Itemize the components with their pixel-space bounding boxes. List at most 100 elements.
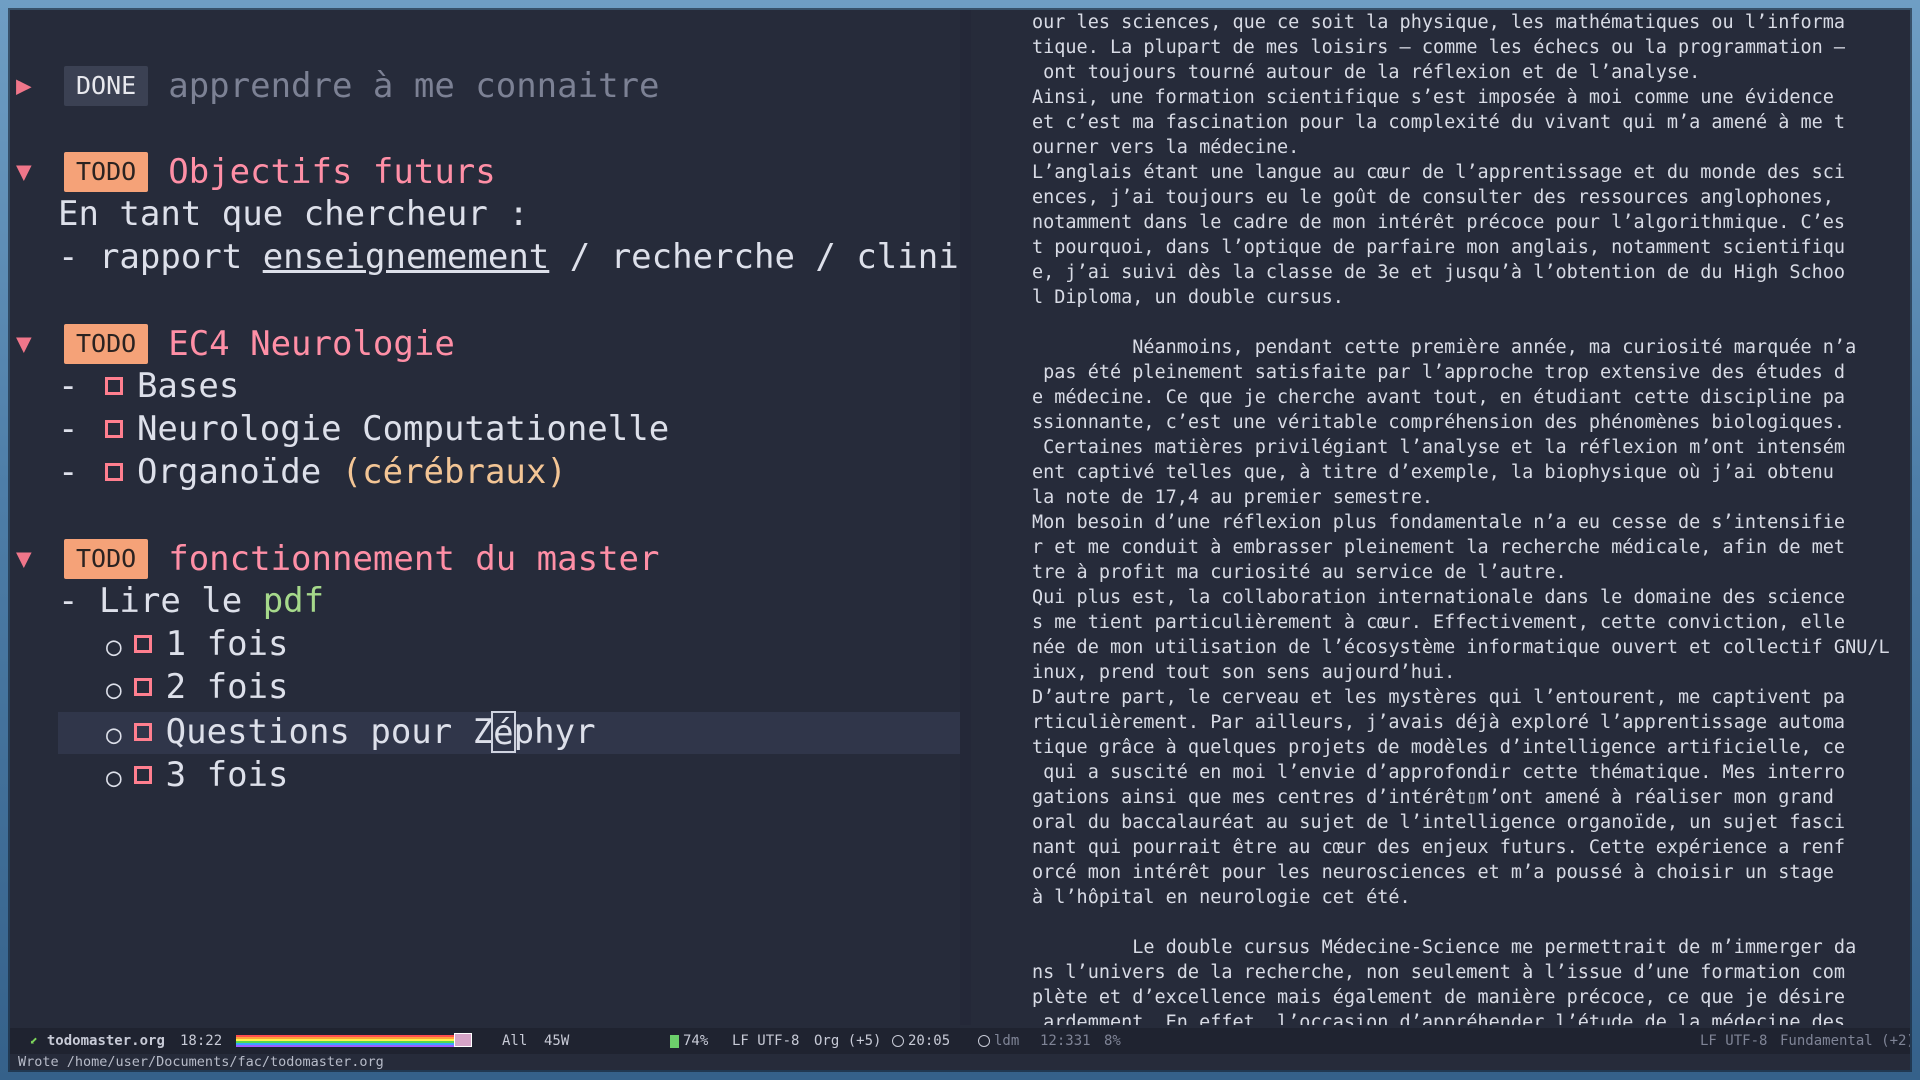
text-line: ont toujours tourné autour de la réflexi… [1032,62,1701,83]
pdf-link[interactable]: pdf [263,581,324,621]
checkbox-icon[interactable] [133,634,152,653]
checkbox-icon[interactable] [104,376,123,395]
checklist-subitem-current[interactable]: ○ Questions pour Zéphyr [106,710,596,753]
text-line: r et me conduit à embrasser pleinement l… [1032,537,1846,558]
text-line: nant qui pourrait être au cœur des enjeu… [1032,837,1846,858]
org-heading-master[interactable]: ▼ TODO fonctionnement du master [16,537,660,581]
battery-status: 74% [670,1028,708,1054]
buffer-icon [978,1035,990,1047]
line-suffix: / recherche / clinique [569,237,960,277]
checkbox-icon[interactable] [104,419,123,438]
major-mode[interactable]: Org (+5) [814,1028,881,1054]
leaf-icon: ⬋ [30,1033,39,1049]
bullet-icon: ○ [106,675,122,705]
bullet-icon: ○ [106,720,122,750]
battery-icon [670,1034,679,1048]
text-line: gations ainsi que mes centres d’intérêt▯… [1032,787,1834,808]
text-line: Certaines matières privilégiant l’analys… [1032,437,1846,458]
cursor-position: 18:22 [180,1033,223,1049]
window-divider[interactable] [960,10,971,1025]
heading-title: EC4 Neurologie [168,324,455,364]
heading-title: fonctionnement du master [168,539,660,579]
expanded-arrow-icon[interactable]: ▼ [16,331,46,357]
checklist-item[interactable]: - Bases [58,366,239,406]
text-line: ardemment. En effet, l’occasion d’appréh… [1032,1012,1846,1025]
encoding[interactable]: LF UTF-8 [732,1028,799,1054]
checklist-item[interactable]: - Neurologie Computationelle [58,409,669,449]
text-line: la note de 17,4 au premier semestre. [1032,487,1433,508]
expanded-arrow-icon[interactable]: ▼ [16,159,46,185]
checklist-subitem[interactable]: ○ 1 fois [106,624,288,664]
text-line: our les sciences, que ce soit la physiqu… [1032,12,1846,33]
word-count: 45W [544,1033,570,1049]
text-buffer-pane[interactable]: our les sciences, que ce soit la physiqu… [1032,10,1892,1025]
text-line: ns l’univers de la recherche, non seulem… [1032,962,1846,983]
scroll-position: All [502,1033,528,1049]
text-line: e, j’ai suivi dès la classe de 3e et jus… [1032,262,1846,283]
right-scroll-position: 8% [1104,1033,1121,1049]
todo-keyword: TODO [64,152,149,192]
text-line: ences, j’ai toujours eu le goût de consu… [1032,187,1834,208]
body-line: En tant que chercheur : [58,194,529,234]
org-heading-ec4[interactable]: ▼ TODO EC4 Neurologie [16,322,455,366]
text-line: qui a suscité en moi l’envie d’approfond… [1032,762,1846,783]
text-line: Mon besoin d’une réflexion plus fondamen… [1032,512,1846,533]
mode-line: ⬋ todomaster.org 18:22 All 45W 74% LF UT… [10,1028,1910,1054]
body-line: - rapport enseignemement / recherche / c… [58,237,960,277]
clock: 20:05 [892,1028,950,1054]
org-heading-objectifs[interactable]: ▼ TODO Objectifs futurs [16,150,496,194]
text-line: s me tient particulièrement à cœur. Effe… [1032,612,1846,633]
heading-title: apprendre à me connaitre [168,66,660,106]
bullet-icon: ○ [106,763,122,793]
checklist-item[interactable]: - Organoïde (cérébraux) [58,452,567,492]
underlined-word: enseignemement [262,237,550,277]
text-line: l Diploma, un double cursus. [1032,287,1344,308]
text-line: ent captivé telles que, à titre d’exempl… [1032,462,1834,483]
expanded-arrow-icon[interactable]: ▼ [16,546,46,572]
text-line: pas été pleinement satisfaite par l’appr… [1032,362,1846,383]
text-line: rticulièrement. Par ailleurs, j’avais dé… [1032,712,1846,733]
org-buffer-pane[interactable]: ▶ DONE apprendre à me connaitre ▼ TODO O… [10,10,960,1025]
todo-keyword: TODO [64,324,149,364]
folded-arrow-icon[interactable]: ▶ [16,73,46,99]
checklist-subitem[interactable]: ○ 3 fois [106,755,288,795]
checkbox-icon[interactable] [133,765,152,784]
text-line: ourner vers la médecine. [1032,137,1300,158]
scroll-indicator[interactable] [236,1035,456,1047]
text-line: e médecine. Ce que je cherche avant tout… [1032,387,1846,408]
text-line: Néanmoins, pendant cette première année,… [1032,337,1857,358]
checkbox-icon[interactable] [133,722,152,741]
clock-icon [892,1035,904,1047]
right-buffer-name[interactable]: ldm [978,1028,1019,1054]
nyan-cat-icon [454,1033,472,1047]
done-keyword: DONE [64,66,149,106]
text-line: plète et d’excellence mais également de … [1032,987,1846,1008]
org-heading-done[interactable]: ▶ DONE apprendre à me connaitre [16,64,660,108]
checkbox-icon[interactable] [104,462,123,481]
text-line: ssionnante, c’est une véritable compréhe… [1032,412,1846,433]
text-line: orcé mon intérêt pour les neurosciences … [1032,862,1834,883]
text-line: inux, prend tout son sens aujourd’hui. [1032,662,1456,683]
heading-title: Objectifs futurs [168,152,496,192]
text-line: D’autre part, le cerveau et les mystères… [1032,687,1846,708]
right-encoding[interactable]: LF UTF-8 [1700,1028,1767,1054]
text-line: à l’hôpital en neurologie cet été. [1032,887,1411,908]
buffer-name[interactable]: ⬋ todomaster.org [30,1028,165,1054]
todo-keyword: TODO [64,539,149,579]
text-line: t pourquoi, dans l’optique de parfaire m… [1032,237,1846,258]
text-cursor: é [491,710,516,753]
right-major-mode[interactable]: Fundamental (+2) [1780,1028,1910,1054]
emacs-frame: ▶ DONE apprendre à me connaitre ▼ TODO O… [10,10,1910,1070]
text-line [1032,310,1892,335]
checklist-subitem[interactable]: ○ 2 fois [106,667,288,707]
text-line: tre à profit ma curiosité au service de … [1032,562,1567,583]
text-line: et c’est ma fascination pour la complexi… [1032,112,1846,133]
line-prefix: - rapport [58,237,263,277]
text-line: tique. La plupart de mes loisirs — comme… [1032,37,1846,58]
text-line: née de mon utilisation de l’écosystème i… [1032,637,1890,658]
list-item: - Lire le pdf [58,581,325,621]
text-line: Qui plus est, la collaboration internati… [1032,587,1846,608]
checkbox-icon[interactable] [133,677,152,696]
text-line: notamment dans le cadre de mon intérêt p… [1032,212,1846,233]
text-line: Le double cursus Médecine-Science me per… [1032,937,1857,958]
